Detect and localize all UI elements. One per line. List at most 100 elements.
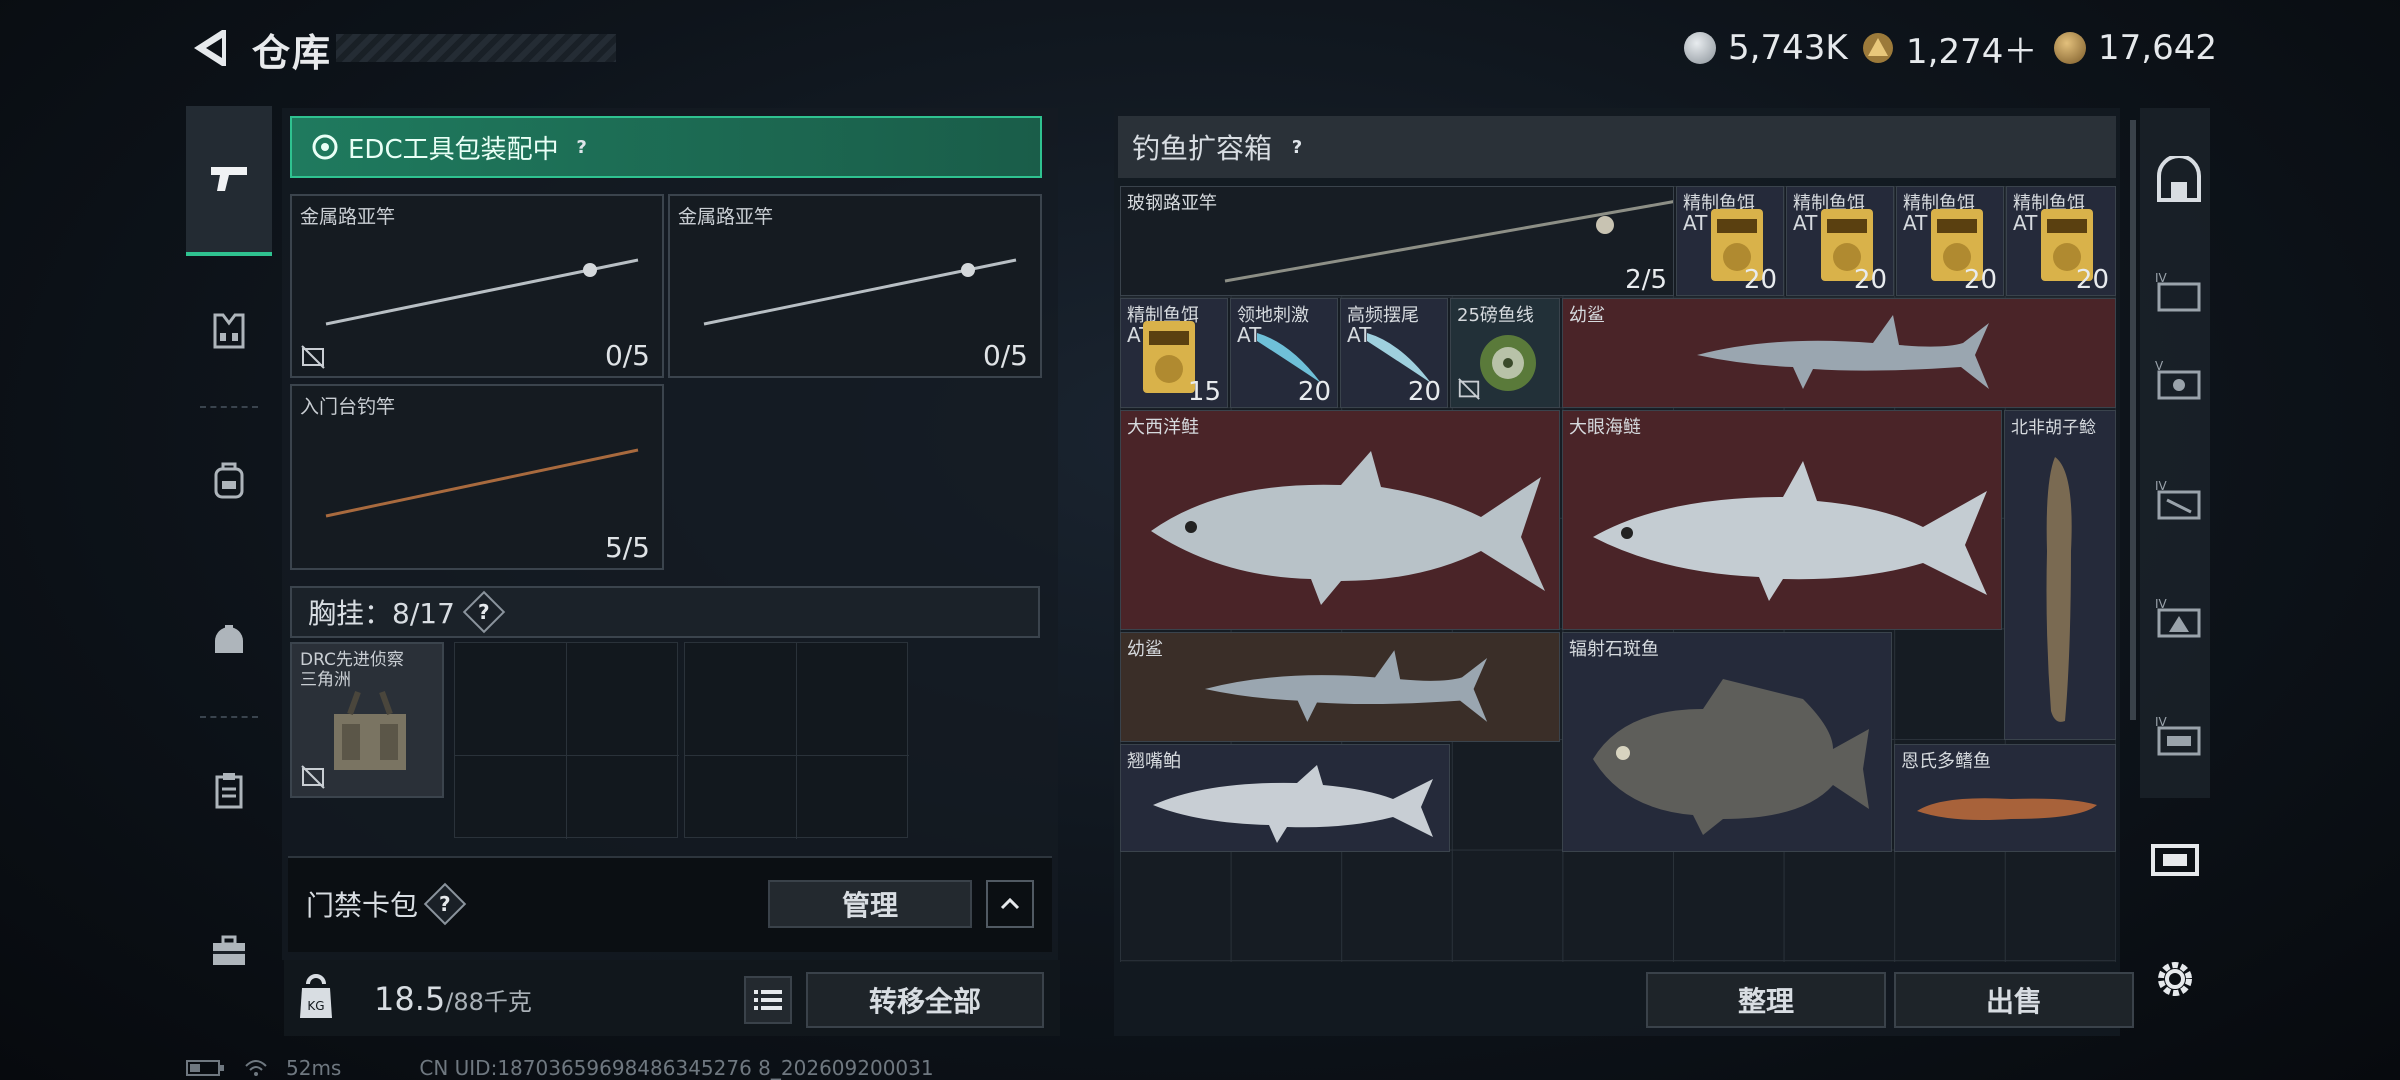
item-name: 25磅鱼线 bbox=[1457, 305, 1534, 326]
fishing-box-title: 钓鱼扩容箱 bbox=[1132, 132, 1273, 165]
item-lure-highfreq[interactable]: 高频摆尾 AT 20 bbox=[1340, 298, 1448, 408]
edc-kit-banner[interactable]: EDC工具包装配中 ? bbox=[290, 116, 1042, 178]
fishing-box-help-icon[interactable]: ? bbox=[1284, 134, 1310, 160]
chest-grid-block-2[interactable] bbox=[684, 642, 909, 839]
bronze-coin-icon bbox=[2054, 32, 2086, 64]
list-view-button[interactable] bbox=[744, 976, 792, 1024]
right-nav-safe-box[interactable] bbox=[2140, 806, 2210, 916]
armor-vest-icon bbox=[213, 313, 245, 349]
manage-button[interactable]: 管理 bbox=[768, 880, 972, 928]
right-nav-case-3[interactable]: IV bbox=[2144, 444, 2214, 554]
item-fishing-line[interactable]: 25磅鱼线 bbox=[1450, 298, 1560, 408]
item-young-shark[interactable]: 幼鲨 bbox=[1562, 298, 2116, 408]
item-bait-4[interactable]: 精制鱼饵 AT 20 bbox=[2006, 186, 2116, 296]
keycard-help-icon[interactable]: ? bbox=[423, 882, 467, 926]
ping-readout: 52ms bbox=[286, 1056, 342, 1080]
item-name: 幼鲨 bbox=[1569, 305, 1605, 326]
item-tarpon[interactable]: 大眼海鲢 bbox=[1562, 410, 2002, 630]
page-title: 仓库 bbox=[252, 31, 333, 75]
item-bait-3[interactable]: 精制鱼饵 AT 20 bbox=[1896, 186, 2004, 296]
armory-icon bbox=[2157, 156, 2201, 202]
rod-slot-2[interactable]: 金属路亚竿 0/5 bbox=[668, 194, 1042, 378]
rod-slot-2-count: 0/5 bbox=[982, 339, 1028, 372]
item-radiated-grouper[interactable]: 辐射石斑鱼 bbox=[1562, 632, 1892, 852]
item-name: 玻钢路亚竿 bbox=[1127, 193, 1217, 214]
item-atlantic-salmon[interactable]: 大西洋鲑 bbox=[1120, 410, 1560, 630]
gold-token-icon bbox=[1863, 33, 1893, 63]
edc-help-icon[interactable]: ? bbox=[569, 134, 595, 160]
list-icon bbox=[754, 990, 782, 1010]
nav-clipboard[interactable] bbox=[186, 716, 272, 866]
storage-scrollbar[interactable] bbox=[2130, 120, 2136, 720]
item-bait-1[interactable]: 精制鱼饵 AT 20 bbox=[1676, 186, 1784, 296]
chest-help-icon[interactable]: ? bbox=[462, 590, 506, 634]
rod-slot-3[interactable]: 入门台钓竿 5/5 bbox=[290, 384, 664, 570]
item-sub: AT bbox=[2013, 211, 2038, 235]
chest-rig-label: 胸挂： bbox=[308, 597, 393, 630]
silver-coin-icon bbox=[1684, 32, 1716, 64]
weight-current: 18.5 bbox=[374, 980, 446, 1018]
sort-button[interactable]: 整理 bbox=[1646, 972, 1886, 1028]
item-bait-2[interactable]: 精制鱼饵 AT 20 bbox=[1786, 186, 1894, 296]
item-bait-5[interactable]: 精制鱼饵 AT 15 bbox=[1120, 298, 1228, 408]
title-decoration bbox=[336, 34, 616, 62]
right-nav-case-4[interactable]: IV bbox=[2144, 562, 2214, 672]
back-arrow-icon bbox=[194, 30, 226, 66]
back-button[interactable] bbox=[188, 26, 228, 70]
wifi-icon bbox=[245, 1060, 267, 1076]
nav-armor[interactable] bbox=[186, 256, 272, 406]
item-count: 20 bbox=[1297, 377, 1331, 407]
nav-backpack[interactable] bbox=[186, 406, 272, 556]
item-name: 幼鲨 bbox=[1127, 639, 1163, 660]
not-insured-icon bbox=[301, 765, 325, 789]
svg-text:KG: KG bbox=[307, 999, 324, 1013]
case-iv-3-icon: IV bbox=[2155, 597, 2201, 638]
chest-rig-capacity: 8/17 bbox=[392, 597, 455, 630]
item-topmouth-culter[interactable]: 翘嘴鲌 bbox=[1120, 744, 1450, 852]
item-lure-territory[interactable]: 领地刺激 AT 20 bbox=[1230, 298, 1338, 408]
chest-rig-image bbox=[334, 690, 406, 770]
tarpon-image bbox=[1593, 461, 1987, 601]
battery-icon bbox=[186, 1060, 224, 1076]
item-name: 大西洋鲑 bbox=[1127, 417, 1199, 438]
item-count: 20 bbox=[1853, 265, 1887, 295]
chest-rig-header: 胸挂：8/17 ? bbox=[290, 586, 1040, 638]
edc-kit-label: EDC工具包装配中 bbox=[348, 134, 559, 165]
currency-silver-value: 5,743K bbox=[1728, 28, 1848, 68]
weight-max: /88千克 bbox=[445, 988, 532, 1016]
right-nav-armory[interactable] bbox=[2144, 124, 2214, 234]
case-iv-4-icon: IV bbox=[2155, 715, 2201, 756]
sell-button[interactable]: 出售 bbox=[1894, 972, 2134, 1028]
item-name: 大眼海鲢 bbox=[1569, 417, 1641, 438]
briefcase-icon bbox=[213, 935, 245, 965]
item-count: 15 bbox=[1187, 377, 1221, 407]
left-category-nav bbox=[186, 106, 272, 1006]
rod-slot-2-name: 金属路亚竿 bbox=[678, 206, 774, 228]
chest-grid-block-1[interactable] bbox=[454, 642, 679, 839]
item-count: 20 bbox=[1743, 265, 1777, 295]
item-bichir[interactable]: 恩氏多鳍鱼 bbox=[1894, 744, 2116, 852]
case-iv-2-icon: IV bbox=[2155, 479, 2201, 520]
clipboard-icon bbox=[215, 773, 243, 809]
settings-button[interactable] bbox=[2140, 924, 2210, 1034]
chest-rig-item[interactable]: DRC先进侦察 三角洲 bbox=[290, 642, 444, 798]
transfer-all-button[interactable]: 转移全部 bbox=[806, 972, 1044, 1028]
item-young-shark-2[interactable]: 幼鲨 bbox=[1120, 632, 1560, 742]
right-nav-case-2[interactable]: V bbox=[2144, 324, 2214, 434]
salmon-image bbox=[1151, 451, 1545, 605]
safe-box-icon bbox=[2151, 844, 2199, 876]
nav-bag[interactable] bbox=[186, 566, 272, 716]
gear-badge-icon bbox=[312, 134, 338, 160]
helmet-bag-icon bbox=[215, 625, 243, 653]
nav-briefcase[interactable] bbox=[186, 876, 272, 1026]
rod-slot-1-name: 金属路亚竿 bbox=[300, 206, 396, 228]
item-fiberglass-rod[interactable]: 玻钢路亚竿 2/5 bbox=[1120, 186, 1674, 296]
item-african-catfish[interactable]: 北非胡子鲶 bbox=[2004, 410, 2116, 740]
not-insured-icon bbox=[1458, 378, 1480, 400]
backpack-icon bbox=[214, 462, 244, 499]
nav-weapons[interactable] bbox=[186, 106, 272, 256]
right-nav-case-5[interactable]: IV bbox=[2144, 680, 2214, 790]
collapse-button[interactable] bbox=[986, 880, 1034, 928]
rod-slot-1[interactable]: 金属路亚竿 0/5 bbox=[290, 194, 664, 378]
rod-slot-1-count: 0/5 bbox=[604, 339, 650, 372]
